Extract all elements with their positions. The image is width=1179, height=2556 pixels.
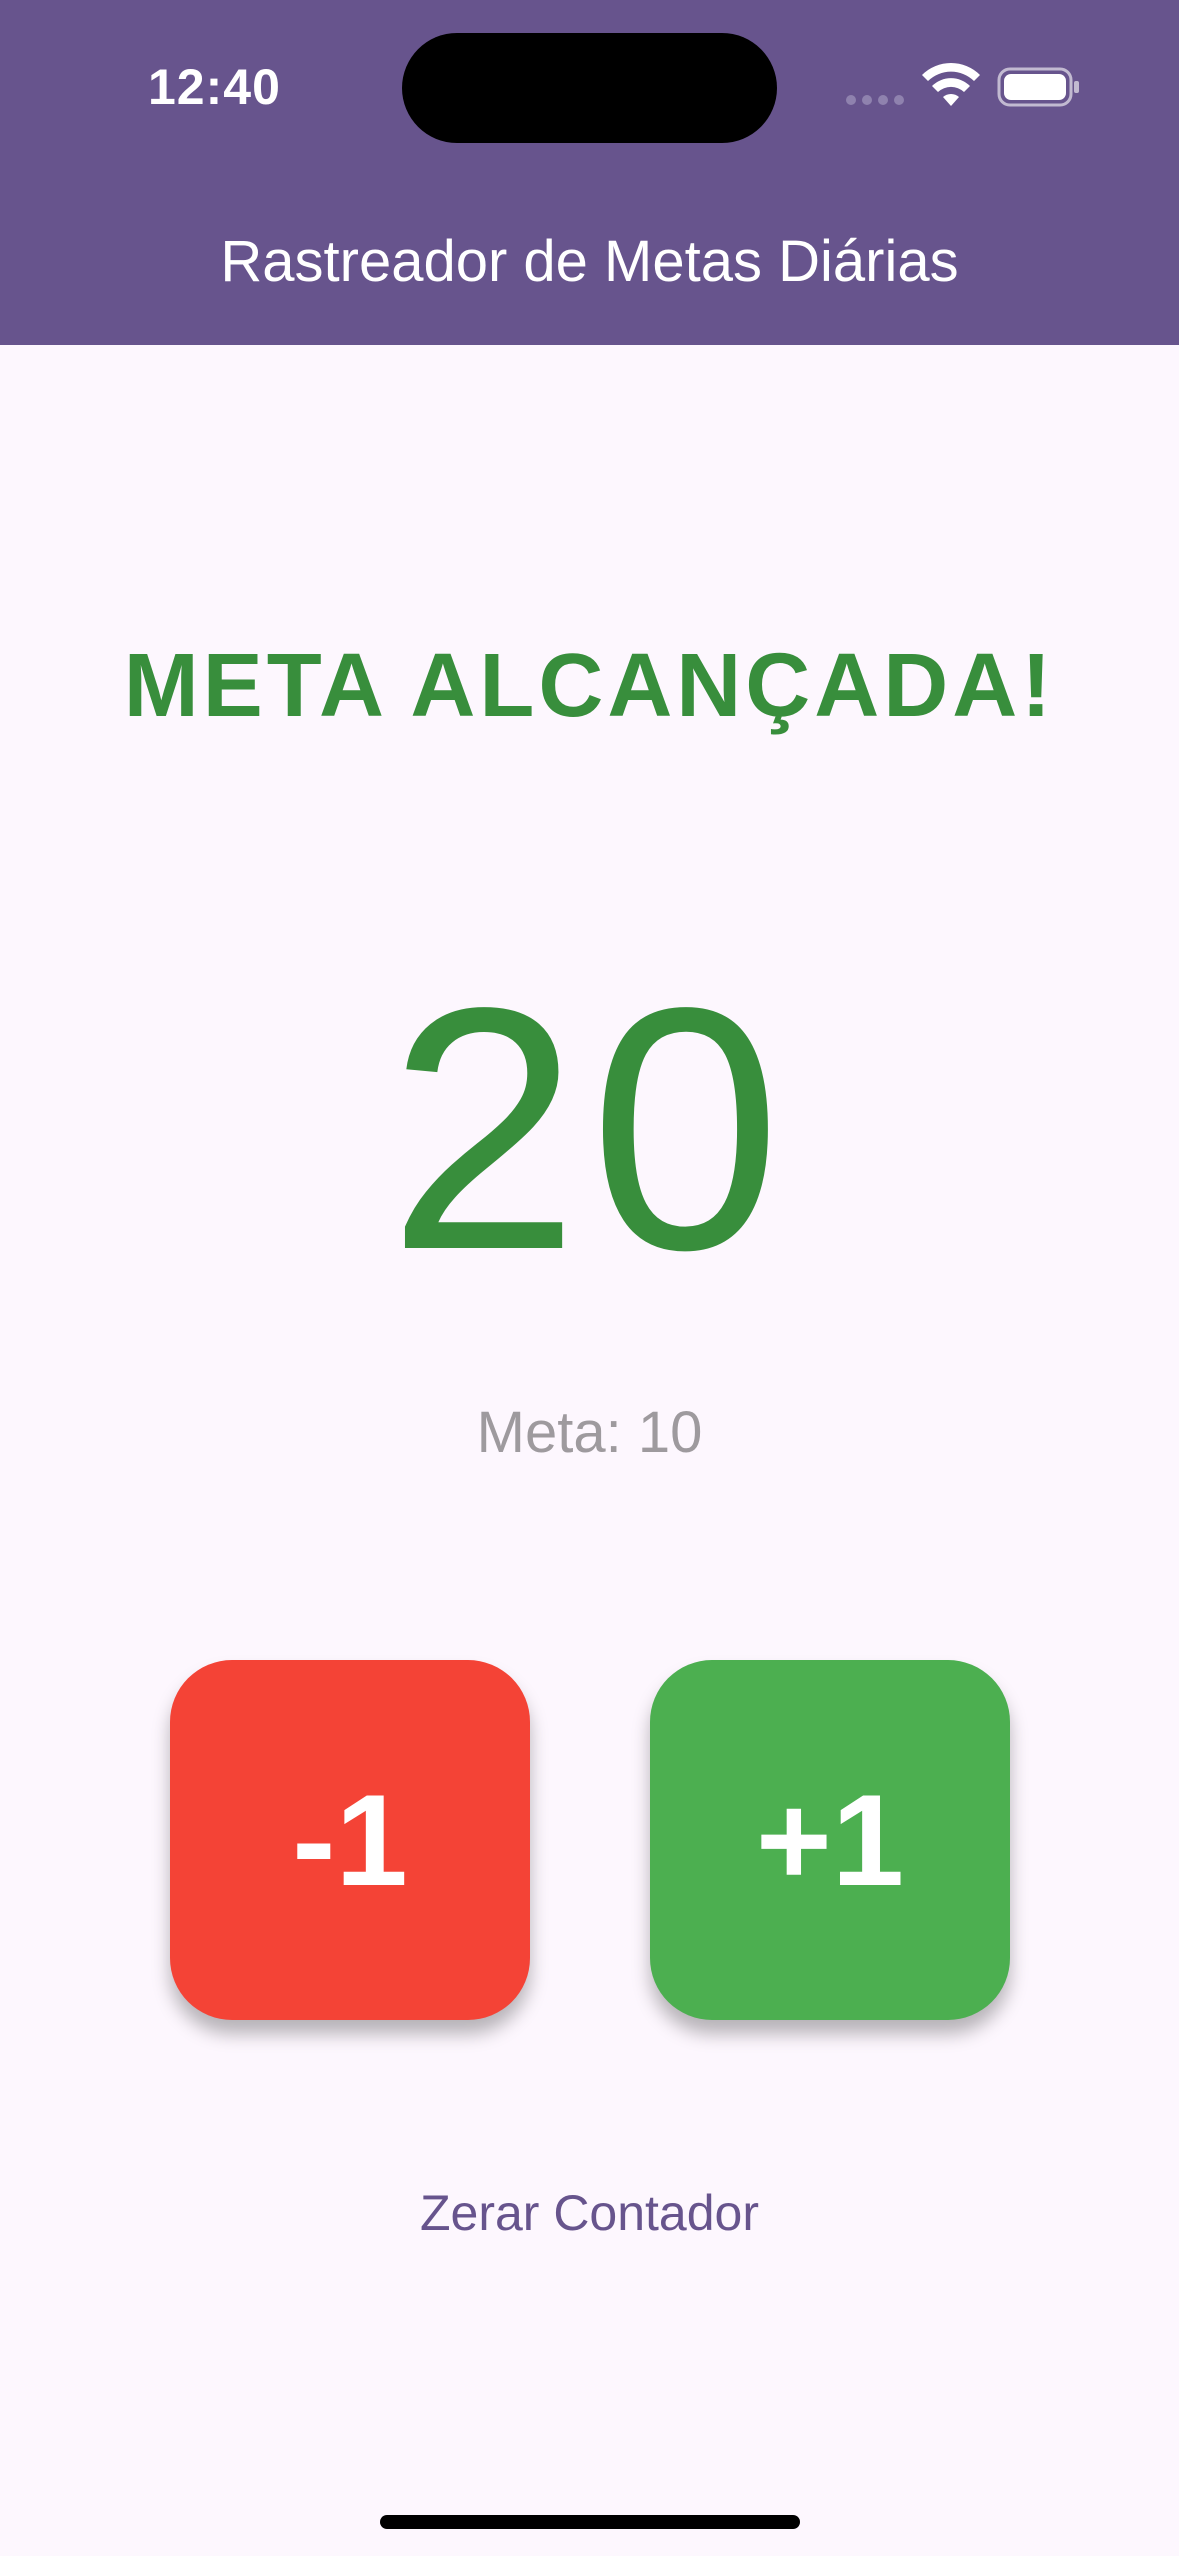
status-time: 12:40: [148, 59, 281, 115]
goal-status-banner: META ALCANÇADA!: [123, 636, 1056, 736]
reset-counter-button[interactable]: Zerar Contador: [0, 2178, 1179, 2248]
goal-label: Meta: 10: [476, 1400, 703, 1465]
home-indicator[interactable]: [380, 2515, 800, 2529]
wifi-icon: [922, 62, 980, 106]
app-title: Rastreador de Metas Diárias: [220, 229, 959, 294]
increment-button[interactable]: +1: [650, 1660, 1010, 2020]
signal-dots-icon: [846, 95, 906, 105]
app-bar: 12:40 Rastreador de Metas Diárias: [0, 0, 1179, 345]
battery-icon: [997, 67, 1079, 107]
dynamic-island: [402, 33, 777, 143]
counter-value: 20: [387, 937, 792, 1322]
decrement-button[interactable]: -1: [170, 1660, 530, 2020]
